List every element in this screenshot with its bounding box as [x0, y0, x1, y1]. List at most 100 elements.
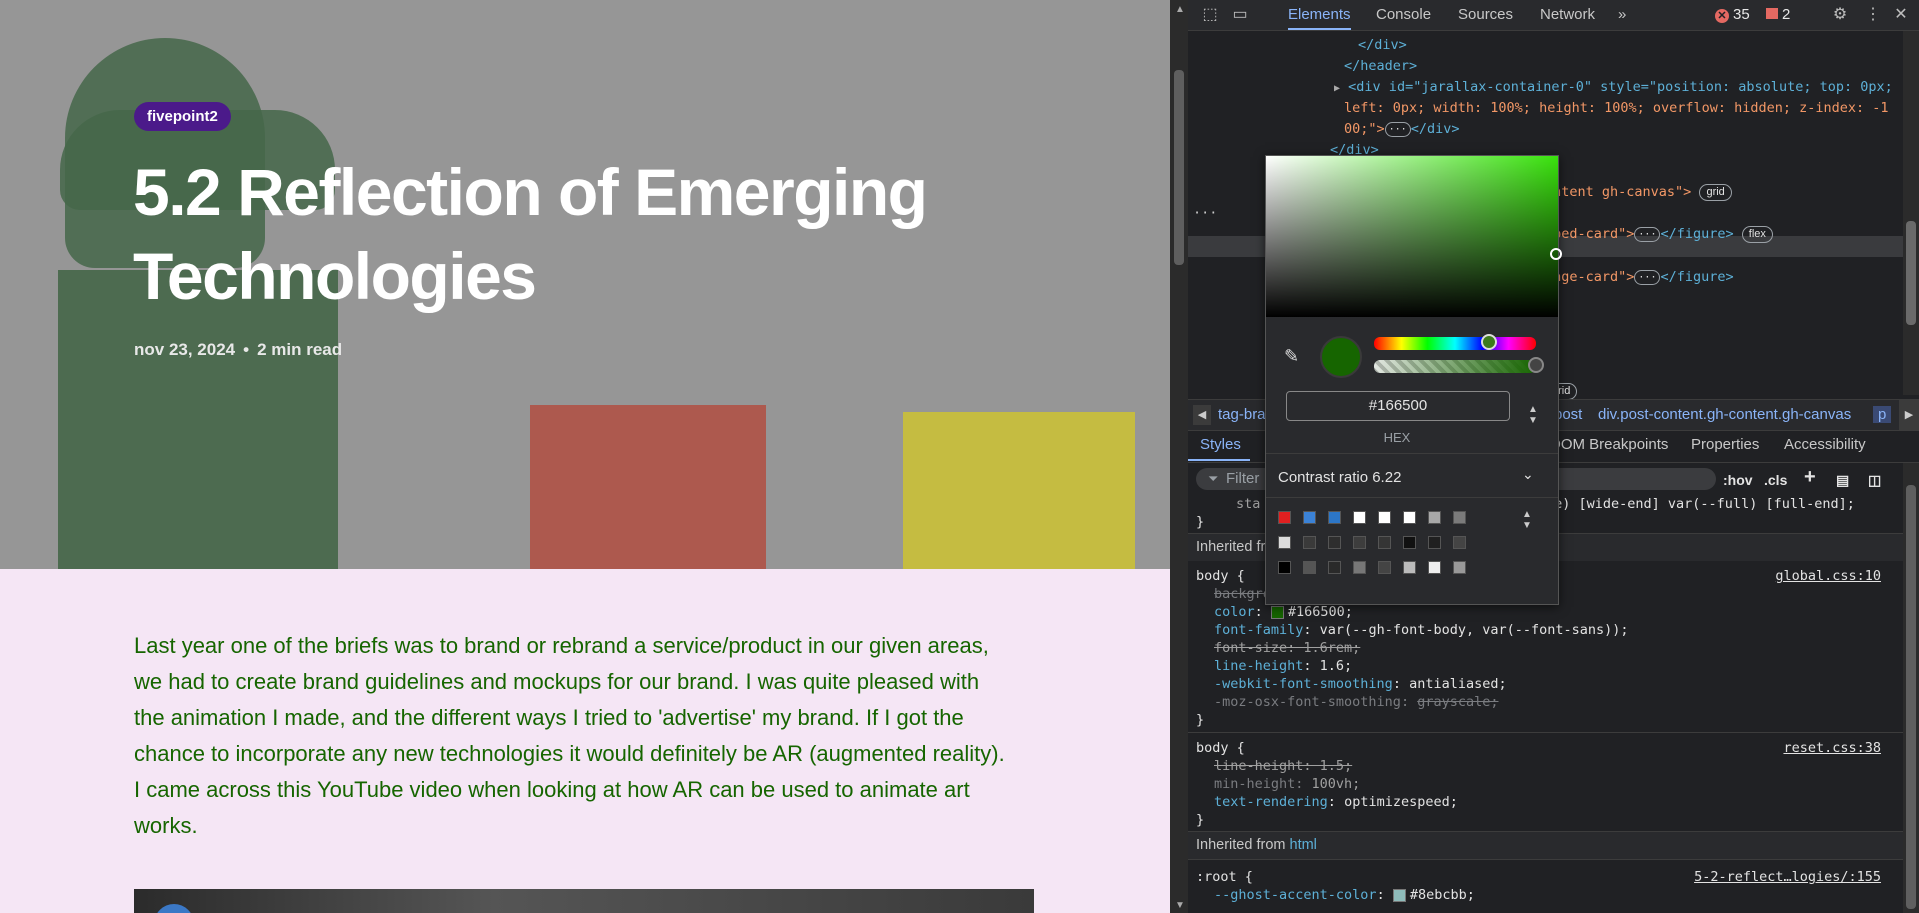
scroll-down-icon[interactable]: ▼: [1175, 900, 1185, 911]
source-link-reset-css[interactable]: reset.css:38: [1783, 739, 1881, 757]
dom-line-jarallax[interactable]: ▶ <div id="jarallax-container-0" style="…: [1334, 77, 1893, 99]
palette-swatch[interactable]: [1328, 561, 1341, 574]
tab-sources[interactable]: Sources: [1458, 0, 1513, 30]
rule-selector[interactable]: body {: [1196, 567, 1245, 585]
chevron-down-icon[interactable]: ⌄: [1522, 466, 1534, 483]
breadcrumb-item-selected[interactable]: p: [1873, 406, 1892, 423]
source-link-global-css[interactable]: global.css:10: [1775, 567, 1881, 585]
tab-network[interactable]: Network: [1540, 0, 1595, 30]
style-prop-min-height[interactable]: min-height: 100vh;: [1214, 775, 1360, 793]
palette-swatch[interactable]: [1378, 511, 1391, 524]
style-prop-value[interactable]: #8ebcbb;: [1410, 887, 1475, 903]
issue-count[interactable]: 2: [1766, 6, 1790, 23]
style-prop-value[interactable]: 1.6;: [1320, 658, 1353, 674]
dom-row-dots-icon[interactable]: ···: [1193, 203, 1217, 224]
style-prop-color[interactable]: color: #166500;: [1214, 603, 1353, 621]
inspect-element-icon[interactable]: ⬚: [1200, 5, 1220, 25]
breadcrumb-left-icon[interactable]: ◀: [1193, 405, 1211, 425]
kebab-menu-icon[interactable]: ⋮: [1863, 5, 1883, 25]
palette-swatch[interactable]: [1378, 536, 1391, 549]
dom-line-embed-card[interactable]: mbed-card"> ··· </figure> flex: [1545, 224, 1773, 245]
alpha-slider[interactable]: [1374, 360, 1536, 373]
style-prop-value[interactable]: var(--gh-font-body, var(--font-sans));: [1320, 622, 1629, 638]
styles-scroll-thumb[interactable]: [1906, 485, 1916, 909]
gear-icon[interactable]: ⚙: [1830, 5, 1850, 25]
dom-line-image-card[interactable]: mage-card"> ··· </figure>: [1545, 267, 1734, 288]
eyedropper-icon[interactable]: ✎: [1284, 346, 1299, 367]
color-spectrum[interactable]: [1266, 156, 1558, 317]
dom-line-close-header[interactable]: </header>: [1344, 56, 1417, 77]
dom-line-content-canvas[interactable]: ontent gh-canvas"> grid: [1545, 182, 1732, 203]
spectrum-handle[interactable]: [1550, 248, 1562, 260]
add-rule-button[interactable]: +: [1804, 466, 1816, 489]
collapsed-dots-icon[interactable]: ···: [1384, 121, 1411, 137]
device-toolbar-icon[interactable]: ▭: [1230, 5, 1250, 25]
collapsed-dots-icon[interactable]: ···: [1634, 226, 1661, 242]
inherited-html-link[interactable]: html: [1290, 837, 1317, 853]
hex-input[interactable]: #166500: [1286, 391, 1510, 421]
style-prop-moz-smoothing[interactable]: -moz-osx-font-smoothing: grayscale;: [1214, 693, 1498, 711]
palette-swatch[interactable]: [1278, 561, 1291, 574]
palette-swatch[interactable]: [1428, 536, 1441, 549]
style-prop-webkit-smoothing[interactable]: -webkit-font-smoothing: antialiased;: [1214, 675, 1507, 693]
flex-badge[interactable]: flex: [1741, 225, 1773, 243]
youtube-embed[interactable]: [134, 889, 1034, 913]
palette-swatch[interactable]: [1303, 511, 1316, 524]
collapsed-dots-icon[interactable]: ···: [1634, 269, 1661, 285]
more-tabs-icon[interactable]: »: [1618, 0, 1626, 30]
palette-swatch[interactable]: [1453, 511, 1466, 524]
breadcrumb-right-icon[interactable]: ▶: [1899, 400, 1919, 430]
palette-swatch[interactable]: [1453, 536, 1466, 549]
style-prop-value[interactable]: optimizespeed;: [1344, 794, 1458, 810]
palette-swatch[interactable]: [1303, 561, 1316, 574]
palette-swatch[interactable]: [1328, 511, 1341, 524]
palette-swatch[interactable]: [1428, 511, 1441, 524]
grid-badge[interactable]: grid: [1699, 183, 1732, 201]
style-prop-ghost-accent[interactable]: --ghost-accent-color: #8ebcbb;: [1214, 886, 1475, 904]
dom-line-close-div[interactable]: </div>: [1358, 35, 1407, 56]
page-scrollbar[interactable]: ▲ ▼: [1170, 0, 1188, 913]
style-prop-value[interactable]: 100vh;: [1312, 776, 1361, 792]
alpha-slider-thumb[interactable]: [1528, 357, 1544, 373]
style-prop-font-size[interactable]: font-size: 1.6rem;: [1214, 639, 1360, 657]
hue-slider[interactable]: [1374, 337, 1536, 350]
tab-console[interactable]: Console: [1376, 0, 1431, 30]
palette-swatch[interactable]: [1278, 536, 1291, 549]
page-scroll-thumb[interactable]: [1174, 70, 1184, 265]
grid-template-line[interactable]: sta: [1236, 495, 1260, 513]
style-prop-line-height[interactable]: line-height: 1.6;: [1214, 657, 1352, 675]
source-link-root[interactable]: 5-2-reflect…logies/:155: [1694, 868, 1881, 886]
styles-scrollbar[interactable]: [1903, 463, 1919, 913]
palette-swatch[interactable]: [1428, 561, 1441, 574]
palette-swatch[interactable]: [1328, 536, 1341, 549]
tab-elements[interactable]: Elements: [1288, 0, 1351, 30]
style-prop-value[interactable]: #166500;: [1288, 604, 1353, 620]
palette-swatch[interactable]: [1303, 536, 1316, 549]
palette-toggle-icon[interactable]: ▲ ▼: [1522, 509, 1532, 531]
palette-swatch[interactable]: [1453, 561, 1466, 574]
class-toggle-button[interactable]: .cls: [1764, 472, 1787, 488]
palette-swatch[interactable]: [1403, 511, 1416, 524]
expand-triangle-icon[interactable]: ▶: [1334, 83, 1340, 94]
rule-selector-root[interactable]: :root {: [1196, 868, 1253, 886]
elements-scrollbar[interactable]: [1903, 31, 1919, 395]
palette-swatch[interactable]: [1353, 561, 1366, 574]
tab-properties[interactable]: Properties: [1691, 436, 1759, 453]
tab-accessibility[interactable]: Accessibility: [1784, 436, 1866, 453]
scroll-up-icon[interactable]: ▲: [1175, 4, 1185, 15]
elements-scroll-thumb[interactable]: [1906, 221, 1916, 325]
style-prop-line-height-overridden[interactable]: line-height: 1.5;: [1214, 757, 1352, 775]
tab-styles[interactable]: Styles: [1200, 436, 1241, 453]
palette-swatch[interactable]: [1403, 536, 1416, 549]
palette-swatch[interactable]: [1278, 511, 1291, 524]
hover-state-button[interactable]: :hov: [1723, 472, 1753, 488]
breadcrumb-item[interactable]: div.post-content.gh-content.gh-canvas: [1598, 406, 1851, 423]
paint-brush-icon[interactable]: ▤: [1836, 472, 1849, 489]
close-icon[interactable]: ✕: [1891, 5, 1911, 25]
color-swatch[interactable]: [1270, 605, 1284, 619]
contrast-ratio[interactable]: Contrast ratio 6.22: [1278, 469, 1401, 486]
breadcrumb-item[interactable]: tag-bra: [1218, 406, 1266, 423]
color-swatch[interactable]: [1392, 888, 1406, 902]
palette-swatch[interactable]: [1353, 536, 1366, 549]
toggle-sidebar-icon[interactable]: ◫: [1868, 472, 1881, 489]
